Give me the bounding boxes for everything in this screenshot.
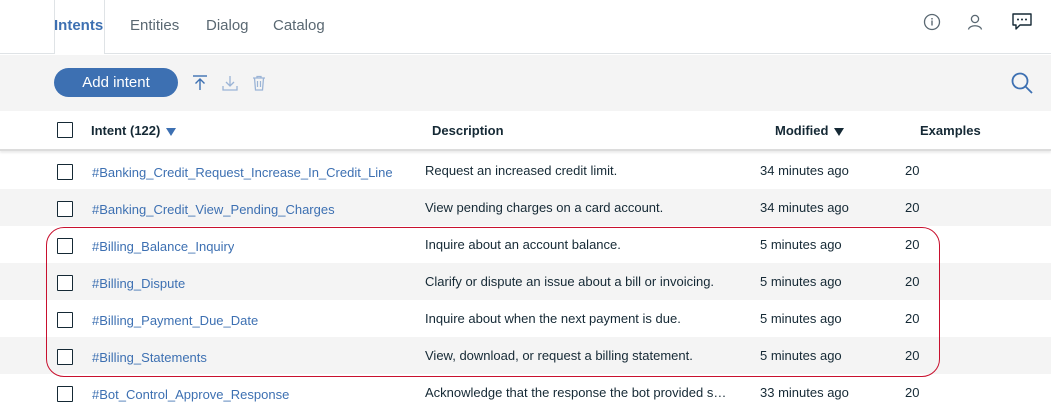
row-checkbox[interactable] — [57, 275, 73, 291]
column-header-description: Description — [432, 123, 504, 138]
intent-name-link[interactable]: #Bot_Control_Approve_Response — [92, 387, 289, 402]
row-checkbox[interactable] — [57, 164, 73, 180]
intent-description: Request an increased credit limit. — [425, 163, 618, 178]
search-icon[interactable] — [1010, 71, 1034, 95]
intent-modified: 33 minutes ago — [760, 385, 849, 400]
download-icon[interactable] — [221, 74, 239, 92]
trash-icon[interactable] — [250, 74, 268, 92]
intent-examples: 20 — [905, 237, 920, 252]
intent-modified: 34 minutes ago — [760, 163, 849, 178]
table-header: Intent (122) Description Modified Exampl… — [0, 111, 1051, 151]
intent-modified: 5 minutes ago — [760, 237, 842, 252]
row-checkbox[interactable] — [57, 312, 73, 328]
row-checkbox[interactable] — [57, 201, 73, 217]
toolbar: Add intent — [0, 55, 1051, 111]
intent-examples: 20 — [905, 163, 920, 178]
add-intent-button[interactable]: Add intent — [54, 68, 178, 97]
table-row[interactable]: #Billing_Balance_Inquiry Inquire about a… — [0, 226, 1051, 263]
column-header-modified-label: Modified — [775, 123, 829, 138]
column-header-intent-label: Intent (122) — [91, 123, 161, 138]
table-row[interactable]: #Billing_Payment_Due_Date Inquire about … — [0, 300, 1051, 337]
intent-description: View pending charges on a card account. — [425, 200, 664, 215]
tab-entities[interactable]: Entities — [130, 17, 179, 34]
top-navigation: Intents Entities Dialog Catalog — [0, 0, 1051, 55]
intent-name-link[interactable]: #Billing_Payment_Due_Date — [92, 313, 258, 328]
intent-examples: 20 — [905, 311, 920, 326]
intent-examples: 20 — [905, 348, 920, 363]
intent-name-link[interactable]: #Billing_Balance_Inquiry — [92, 239, 234, 254]
intent-modified: 5 minutes ago — [760, 274, 842, 289]
sort-arrow-icon[interactable] — [834, 127, 845, 136]
intent-description: Clarify or dispute an issue about a bill… — [425, 274, 715, 289]
sort-arrow-icon[interactable] — [166, 127, 177, 136]
intent-modified: 5 minutes ago — [760, 348, 842, 363]
row-checkbox[interactable] — [57, 349, 73, 365]
intent-modified: 5 minutes ago — [760, 311, 842, 326]
table-row[interactable]: #Billing_Dispute Clarify or dispute an i… — [0, 263, 1051, 300]
intent-name-link[interactable]: #Banking_Credit_View_Pending_Charges — [92, 202, 335, 217]
chat-icon[interactable] — [1011, 11, 1033, 33]
intent-examples: 20 — [905, 274, 920, 289]
column-header-modified[interactable]: Modified — [775, 123, 845, 138]
intent-examples: 20 — [905, 385, 920, 400]
intent-description: Inquire about an account balance. — [425, 237, 621, 252]
intent-examples: 20 — [905, 200, 920, 215]
column-header-examples: Examples — [920, 123, 981, 138]
intent-name-link[interactable]: #Billing_Dispute — [92, 276, 185, 291]
upload-icon[interactable] — [191, 74, 209, 92]
intent-description: View, download, or request a billing sta… — [425, 348, 693, 363]
table-row[interactable]: #Banking_Credit_View_Pending_Charges Vie… — [0, 189, 1051, 226]
row-checkbox[interactable] — [57, 238, 73, 254]
intent-name-link[interactable]: #Banking_Credit_Request_Increase_In_Cred… — [92, 165, 393, 180]
table-row[interactable]: #Banking_Credit_Request_Increase_In_Cred… — [0, 152, 1051, 189]
intent-modified: 34 minutes ago — [760, 200, 849, 215]
table-row[interactable]: #Billing_Statements View, download, or r… — [0, 337, 1051, 374]
intent-description: Inquire about when the next payment is d… — [425, 311, 681, 326]
user-icon[interactable] — [964, 11, 986, 33]
info-icon[interactable] — [921, 11, 943, 33]
row-checkbox[interactable] — [57, 386, 73, 402]
tab-catalog[interactable]: Catalog — [273, 17, 325, 34]
tab-dialog[interactable]: Dialog — [206, 17, 249, 34]
select-all-checkbox[interactable] — [57, 122, 73, 138]
column-header-intent[interactable]: Intent (122) — [91, 123, 177, 138]
intent-name-link[interactable]: #Billing_Statements — [92, 350, 207, 365]
table-row[interactable]: #Bot_Control_Approve_Response Acknowledg… — [0, 374, 1051, 411]
intent-description: Acknowledge that the response the bot pr… — [425, 385, 730, 400]
tab-intents[interactable]: Intents — [54, 17, 103, 34]
